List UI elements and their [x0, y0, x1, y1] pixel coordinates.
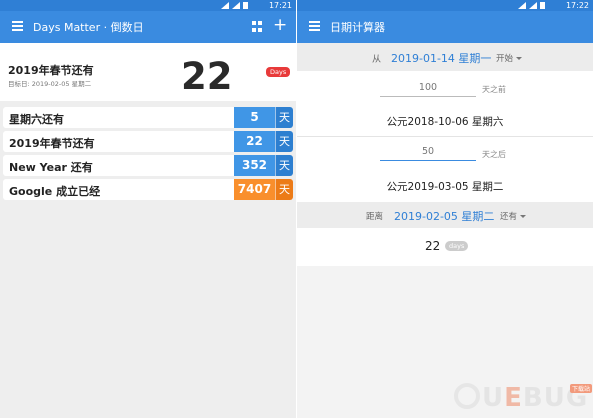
status-icons — [518, 1, 545, 9]
event-label: Google 成立已经 — [9, 185, 101, 198]
chevron-down-icon — [520, 215, 527, 218]
logo-ring-icon — [454, 383, 480, 409]
app-bar: 日期计算器 — [297, 11, 593, 43]
add-icon[interactable]: + — [273, 15, 287, 35]
signal-icon — [518, 1, 526, 9]
battery-icon — [540, 2, 545, 9]
days-before-section: 100 天之前 公元2018-10-06 星期六 — [297, 71, 593, 136]
event-days: 22 — [234, 131, 275, 152]
event-unit: 天 — [275, 107, 293, 128]
status-time: 17:21 — [268, 1, 292, 10]
featured-title: 2019年春节还有 — [8, 64, 94, 77]
list-item[interactable]: New Year 还有 352 天 — [3, 155, 293, 176]
chevron-down-icon — [516, 57, 523, 60]
days-matter-screen: 17:21 Days Matter · 倒数日 + 2019年春节还有 目标日:… — [0, 0, 296, 418]
signal-icon — [221, 1, 229, 9]
distance-date-picker[interactable]: 2019-02-05 星期二 — [394, 208, 494, 224]
days-badge: Days — [266, 67, 291, 77]
event-label: 2019年春节还有 — [9, 137, 95, 150]
event-unit: 天 — [275, 179, 293, 200]
distance-result-section: 22 days — [297, 228, 593, 266]
featured-countdown-card[interactable]: 2019年春节还有 目标日: 2019-02-05 星期二 22 Days — [0, 43, 296, 101]
list-item[interactable]: 星期六还有 5 天 — [3, 107, 293, 128]
days-after-hint: 天之后 — [482, 150, 506, 159]
wifi-icon — [529, 1, 537, 9]
from-mode-label: 开始 — [496, 54, 514, 64]
event-days: 7407 — [234, 179, 275, 200]
days-after-section: 50 天之后 公元2019-03-05 星期二 — [297, 137, 593, 202]
app-bar: Days Matter · 倒数日 + — [0, 11, 296, 43]
days-before-hint: 天之前 — [482, 85, 506, 94]
app-title: Days Matter · 倒数日 — [33, 21, 144, 34]
days-after-result: 公元2019-03-05 星期二 — [386, 181, 504, 193]
from-date-picker[interactable]: 2019-01-14 星期一 — [391, 50, 491, 66]
distance-row: 距离 2019-02-05 星期二 还有 — [297, 202, 593, 228]
distance-mode-dropdown[interactable]: 还有 — [500, 210, 527, 222]
menu-icon[interactable] — [309, 21, 320, 31]
distance-mode-label: 还有 — [500, 212, 518, 222]
featured-target-date: 目标日: 2019-02-05 星期二 — [8, 80, 92, 88]
featured-days-number: 22 — [181, 55, 233, 98]
battery-icon — [243, 2, 248, 9]
grid-view-icon[interactable] — [252, 21, 263, 32]
event-label: 星期六还有 — [9, 113, 64, 126]
status-time: 17:22 — [565, 1, 589, 10]
distance-label: 距离 — [366, 212, 384, 222]
days-before-result: 公元2018-10-06 星期六 — [386, 116, 504, 128]
status-bar: 17:21 — [0, 0, 296, 11]
list-item[interactable]: Google 成立已经 7407 天 — [3, 179, 293, 200]
app-title: 日期计算器 — [330, 21, 385, 34]
days-before-input[interactable]: 100 — [380, 81, 476, 97]
from-label: 从 — [372, 55, 382, 65]
event-label: New Year 还有 — [9, 161, 93, 174]
event-days: 5 — [234, 107, 275, 128]
list-item[interactable]: 2019年春节还有 22 天 — [3, 131, 293, 152]
days-badge: days — [445, 241, 469, 251]
status-bar: 17:22 — [297, 0, 593, 11]
days-after-input[interactable]: 50 — [380, 145, 476, 161]
event-unit: 天 — [275, 155, 293, 176]
status-icons — [221, 1, 248, 9]
countdown-list: 星期六还有 5 天 2019年春节还有 22 天 New Year 还有 352… — [3, 107, 293, 203]
event-days: 352 — [234, 155, 275, 176]
wifi-icon — [232, 1, 240, 9]
date-calculator-screen: 17:22 日期计算器 从 2019-01-14 星期一 开始 100 天之前 … — [297, 0, 593, 418]
watermark-logo: UEBUG 下载站 — [452, 381, 593, 418]
menu-icon[interactable] — [12, 21, 23, 31]
watermark-tag: 下载站 — [570, 384, 593, 393]
from-mode-dropdown[interactable]: 开始 — [496, 52, 523, 64]
from-date-row: 从 2019-01-14 星期一 开始 — [297, 43, 593, 71]
event-unit: 天 — [275, 131, 293, 152]
distance-result-number: 22 — [425, 239, 441, 253]
